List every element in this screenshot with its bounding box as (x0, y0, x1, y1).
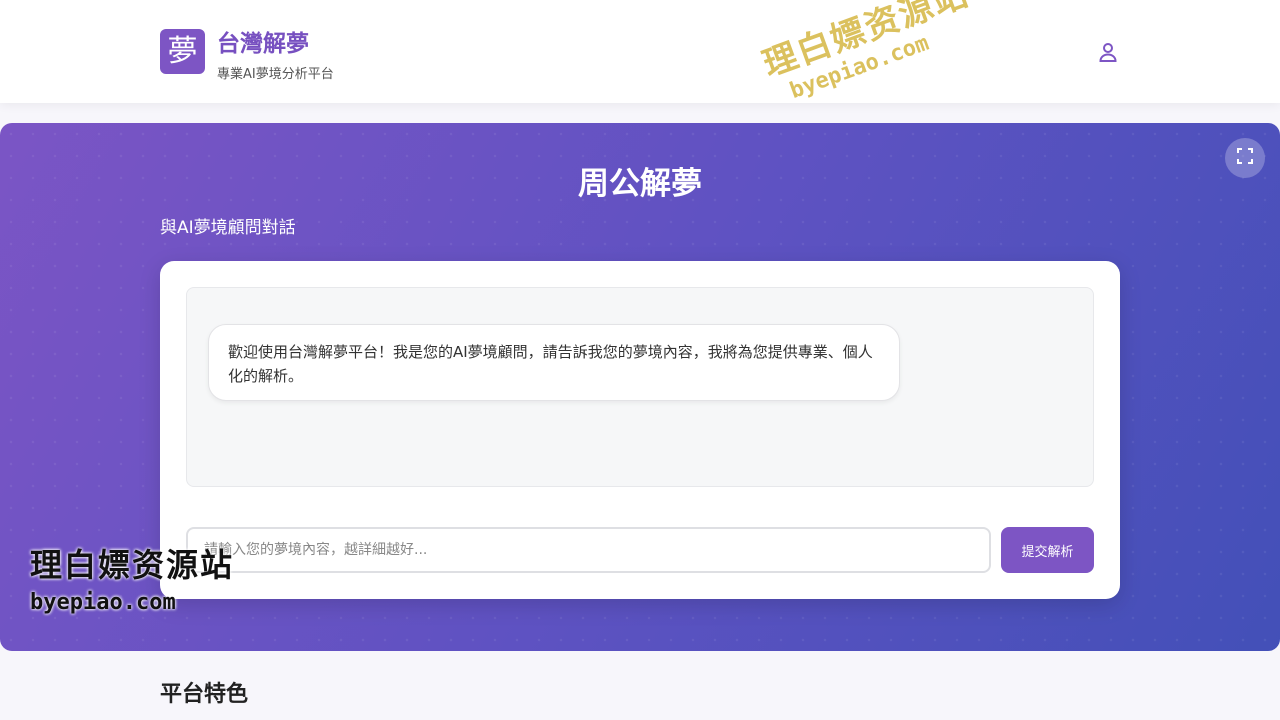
watermark-bottom-text: 理白嫖资源站 (30, 546, 235, 584)
dream-input[interactable] (186, 527, 991, 573)
watermark-bottom: 理白嫖资源站 byepiao.com (30, 540, 234, 615)
watermark-bottom-url: byepiao.com (30, 590, 176, 615)
brand-title[interactable]: 台灣解夢 (217, 24, 309, 58)
site-header: 夢 台灣解夢 專業AI夢境分析平台 (0, 0, 1280, 103)
hero-title: 周公解夢 (578, 166, 702, 202)
assistant-message: 歡迎使用台灣解夢平台！我是您的AI夢境顧問，請告訴我您的夢境內容，我將為您提供專… (208, 324, 900, 401)
submit-button[interactable]: 提交解析 (1001, 527, 1094, 573)
chat-messages-area[interactable]: 歡迎使用台灣解夢平台！我是您的AI夢境顧問，請告訴我您的夢境內容，我將為您提供專… (186, 287, 1094, 487)
hero-subtitle: 與AI夢境顧問對話 (160, 218, 296, 238)
user-icon[interactable] (1096, 40, 1120, 64)
features-title: 平台特色 (160, 682, 249, 707)
logo[interactable]: 夢 (160, 29, 205, 74)
chat-card: 歡迎使用台灣解夢平台！我是您的AI夢境顧問，請告訴我您的夢境內容，我將為您提供專… (160, 261, 1120, 599)
brand-subtitle: 專業AI夢境分析平台 (217, 67, 334, 82)
